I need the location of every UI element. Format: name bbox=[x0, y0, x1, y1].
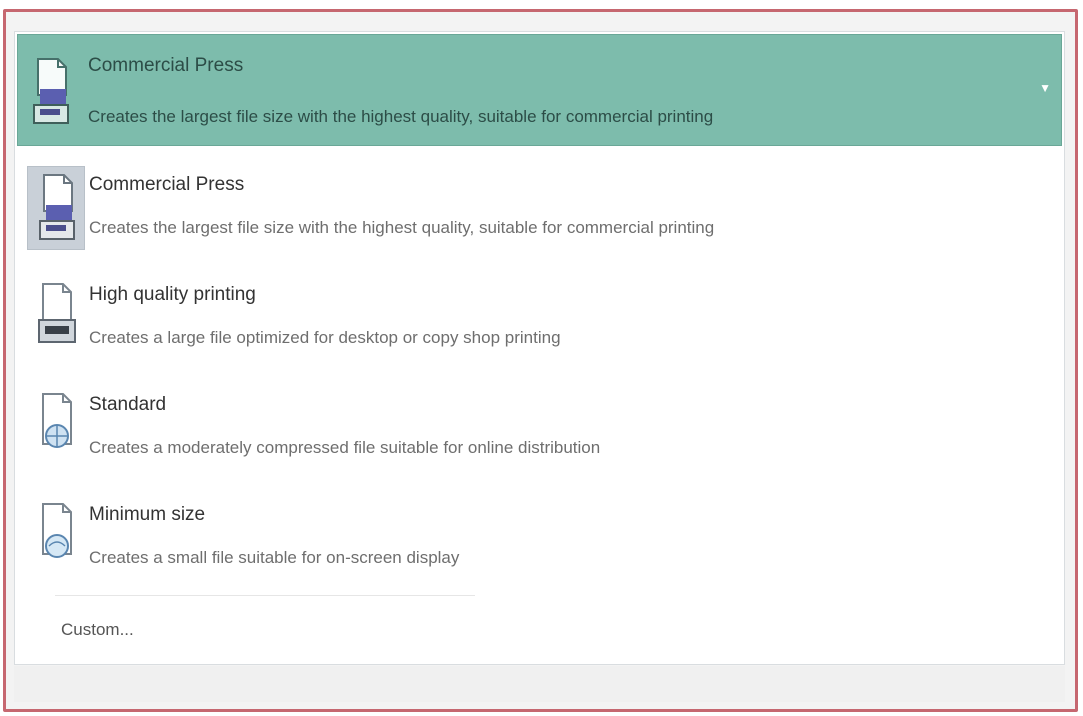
chevron-down-icon[interactable]: ▼ bbox=[1039, 81, 1051, 95]
item-title: Standard bbox=[89, 394, 167, 415]
list-item-high-quality-printing[interactable]: High quality printing Creates a large fi… bbox=[17, 260, 1062, 368]
dialog-bottom-bar bbox=[14, 666, 1065, 702]
list-item-commercial-press[interactable]: Commercial Press Creates the largest fil… bbox=[17, 150, 1062, 258]
selected-title: Commercial Press bbox=[88, 55, 244, 76]
item-description: Creates a moderately compressed file sui… bbox=[89, 438, 601, 457]
item-title: Minimum size bbox=[89, 504, 206, 525]
preset-combobox[interactable]: Commercial Press Creates the largest fil… bbox=[17, 34, 1062, 146]
top-caption bbox=[40, 0, 500, 6]
item-description: Creates a small file suitable for on-scr… bbox=[89, 548, 460, 567]
list-item-minimum-size[interactable]: Minimum size Creates a small file suitab… bbox=[17, 480, 1062, 588]
separator bbox=[55, 595, 475, 596]
document-screen-icon bbox=[27, 496, 85, 580]
item-title: Commercial Press bbox=[89, 174, 245, 195]
document-globe-icon bbox=[27, 386, 85, 470]
document-press-icon bbox=[27, 166, 85, 250]
item-title: High quality printing bbox=[89, 284, 256, 305]
document-printer-icon bbox=[27, 276, 85, 360]
document-press-icon bbox=[24, 51, 76, 135]
pdf-preset-dropdown: Commercial Press Creates the largest fil… bbox=[14, 31, 1065, 665]
list-item-standard[interactable]: Standard Creates a moderately compressed… bbox=[17, 370, 1062, 478]
item-description: Creates a large file optimized for deskt… bbox=[89, 328, 561, 347]
selected-description: Creates the largest file size with the h… bbox=[88, 107, 714, 126]
custom-option[interactable]: Custom... bbox=[61, 620, 134, 640]
item-description: Creates the largest file size with the h… bbox=[89, 218, 715, 237]
